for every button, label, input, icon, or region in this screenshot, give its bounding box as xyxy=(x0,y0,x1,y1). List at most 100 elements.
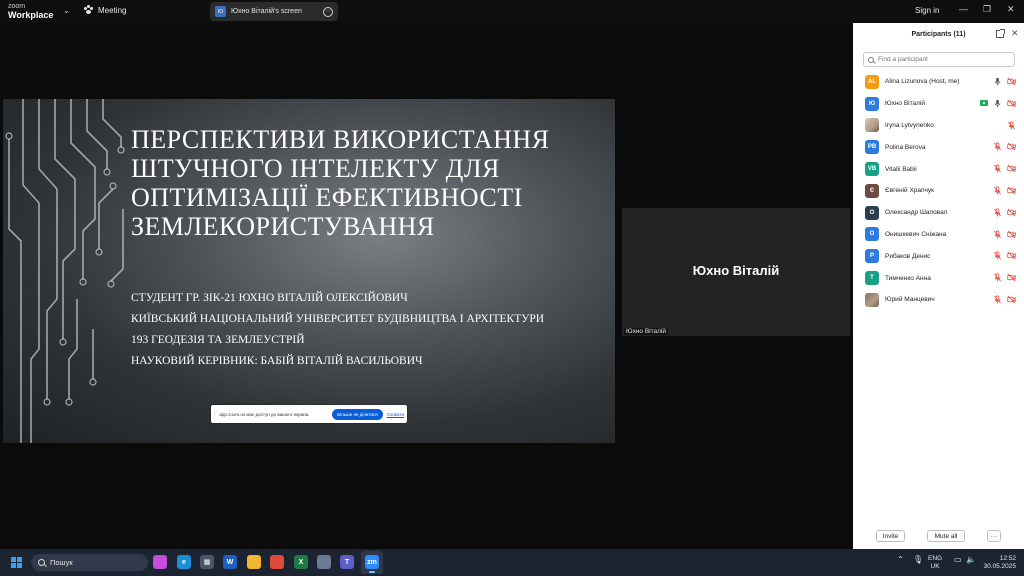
mic-muted-icon[interactable] xyxy=(993,251,1002,260)
participant-search-input[interactable] xyxy=(878,56,998,63)
mic-muted-icon[interactable] xyxy=(993,186,1002,195)
mic-muted-icon[interactable] xyxy=(993,208,1002,217)
participant-status-icons: ▲ xyxy=(980,99,1016,108)
zoom-icon[interactable]: zm xyxy=(365,555,379,569)
meeting-menu[interactable]: Meeting xyxy=(84,5,126,15)
participant-avatar: VB xyxy=(865,162,879,177)
copilot-icon[interactable] xyxy=(153,555,167,569)
mic-muted-icon[interactable] xyxy=(993,230,1002,239)
lang-bottom: UK xyxy=(930,563,940,570)
video-off-icon[interactable] xyxy=(1007,99,1016,108)
edge-icon[interactable]: e xyxy=(177,555,191,569)
video-off-icon[interactable] xyxy=(1007,295,1016,304)
minimize-icon[interactable]: — xyxy=(959,4,968,14)
mic-muted-icon[interactable] xyxy=(1007,121,1016,130)
sign-in-link[interactable]: Sign in xyxy=(915,6,939,15)
language-indicator[interactable]: ENG UK xyxy=(928,555,942,571)
search-icon xyxy=(868,56,874,63)
video-off-icon[interactable] xyxy=(1007,273,1016,282)
participant-photo xyxy=(865,292,879,307)
shared-screen-slide: ПЕРСПЕКТИВИ ВИКОРИСТАННЯ ШТУЧНОГО ІНТЕЛЕ… xyxy=(3,99,615,443)
more-options-button[interactable]: ··· xyxy=(987,530,1001,542)
mic-on-icon[interactable] xyxy=(993,77,1002,86)
mic-muted-icon[interactable] xyxy=(993,295,1002,304)
chevron-down-icon[interactable]: ⌄ xyxy=(63,6,70,15)
screen-sharing-notice: ⁞ app.zoom.us має доступ до вашого екран… xyxy=(211,405,407,423)
notice-text: app.zoom.us має доступ до вашого екрана. xyxy=(219,411,310,417)
save-disk-icon[interactable] xyxy=(317,555,331,569)
mic-muted-icon[interactable] xyxy=(993,142,1002,151)
mic-muted-icon[interactable] xyxy=(993,164,1002,173)
close-icon[interactable]: ✕ xyxy=(1011,28,1019,39)
more-options-icon[interactable]: ··· xyxy=(323,6,333,17)
restore-icon[interactable]: ❐ xyxy=(983,4,991,15)
mute-all-button[interactable]: Mute all xyxy=(927,530,965,542)
taskbar-search[interactable]: Пошук xyxy=(31,554,148,571)
participant-avatar: Р xyxy=(865,249,879,264)
mic-muted-icon[interactable] xyxy=(993,273,1002,282)
participant-row[interactable]: О Олександр Шаповал xyxy=(853,202,1024,224)
participant-row[interactable]: Є Євгеній Храпчук xyxy=(853,180,1024,202)
video-tile[interactable]: Юхно Віталій Юхно Віталій xyxy=(622,208,850,336)
screen-share-indicator[interactable]: Ю Юхно Віталій's screen ··· xyxy=(210,2,338,21)
video-off-icon[interactable] xyxy=(1007,208,1016,217)
participant-row[interactable]: Юрий Манцевич xyxy=(853,289,1024,311)
sharer-avatar: Ю xyxy=(215,6,226,17)
participant-avatar: О xyxy=(865,205,879,220)
participant-row[interactable]: Iryna Lytvynenko xyxy=(853,115,1024,137)
invite-button[interactable]: Invite xyxy=(876,530,905,542)
word-icon[interactable]: W xyxy=(223,555,237,569)
video-off-icon[interactable] xyxy=(1007,251,1016,260)
microphone-icon[interactable]: 🎙 xyxy=(913,555,923,564)
network-icon[interactable]: ▭ xyxy=(954,555,962,564)
file-explorer-icon[interactable] xyxy=(247,555,261,569)
participant-row[interactable]: AL Alina Lizunova (Host, me) xyxy=(853,71,1024,93)
participant-name: Iryna Lytvynenko xyxy=(885,121,934,129)
system-clock[interactable]: 12:52 30.05.2025 xyxy=(978,555,1016,571)
windows-start-icon[interactable] xyxy=(11,557,22,568)
participant-status-icons xyxy=(1007,121,1016,130)
participant-status-icons xyxy=(993,208,1016,217)
participant-avatar: AL xyxy=(865,74,879,89)
share-title: Юхно Віталій's screen xyxy=(231,8,302,15)
participant-row[interactable]: PB Polina Berova xyxy=(853,136,1024,158)
video-off-icon[interactable] xyxy=(1007,142,1016,151)
windows-taskbar: Пошук e ▦ W X Tzm ⌃ 🎙 ENG UK ▭ 🔈 12:52 30.05… xyxy=(0,549,1024,576)
close-window-icon[interactable]: ✕ xyxy=(1007,4,1015,15)
slide-title-line: ПЕРСПЕКТИВИ ВИКОРИСТАННЯ xyxy=(131,125,550,154)
hide-notice-link[interactable]: Сховати xyxy=(387,412,404,417)
participant-row[interactable]: Р Рибаков Денис xyxy=(853,245,1024,267)
participant-status-icons xyxy=(993,142,1016,151)
video-off-icon[interactable] xyxy=(1007,77,1016,86)
participant-row[interactable]: Ю Юхно Віталій ▲ xyxy=(853,93,1024,115)
video-off-icon[interactable] xyxy=(1007,230,1016,239)
mic-on-icon[interactable] xyxy=(993,99,1002,108)
clock-date: 30.05.2025 xyxy=(983,563,1016,570)
excel-icon[interactable]: X xyxy=(294,555,308,569)
participant-status-icons xyxy=(993,186,1016,195)
calculator-icon[interactable]: ▦ xyxy=(200,555,214,569)
slide-title-line: ОПТИМІЗАЦІЇ ЕФЕКТИВНОСТІ xyxy=(131,183,523,212)
participant-search[interactable] xyxy=(863,52,1015,67)
stop-sharing-button[interactable]: Більше не ділитися xyxy=(332,408,383,420)
participant-row[interactable]: VB Vitalii Babii xyxy=(853,158,1024,180)
video-name-label: Юхно Віталій xyxy=(624,328,668,335)
chevron-up-icon[interactable]: ⌃ xyxy=(897,555,904,564)
participant-row[interactable]: Т Тимченко Анна xyxy=(853,267,1024,289)
participant-row[interactable]: О Онишкевич Сніжана xyxy=(853,224,1024,246)
video-off-icon[interactable] xyxy=(1007,164,1016,173)
volume-icon[interactable]: 🔈 xyxy=(966,555,976,564)
zoom-app-window: zoom Workplace ⌄ Meeting Ю Юхно Віталій'… xyxy=(0,0,1024,576)
participants-panel: Participants (11) ✕ ALAlina Lizunova (Ho… xyxy=(853,23,1024,549)
teams-icon[interactable]: T xyxy=(340,555,354,569)
slide-subtitle-line: НАУКОВИЙ КЕРІВНИК: БАБІЙ ВІТАЛІЙ ВАСИЛЬО… xyxy=(131,355,423,367)
circuit-decoration xyxy=(5,99,125,443)
participants-header: Participants (11) ✕ xyxy=(853,23,1024,47)
chrome-icon[interactable] xyxy=(270,555,284,569)
pop-out-icon[interactable] xyxy=(996,29,1005,38)
participant-photo xyxy=(865,118,879,133)
slide-subtitle-line: СТУДЕНТ ГР. ЗІК-21 ЮХНО ВІТАЛІЙ ОЛЕКСІЙО… xyxy=(131,292,408,304)
video-off-icon[interactable] xyxy=(1007,186,1016,195)
info-icon: ⁞ xyxy=(214,411,216,417)
participant-status-icons xyxy=(993,295,1016,304)
